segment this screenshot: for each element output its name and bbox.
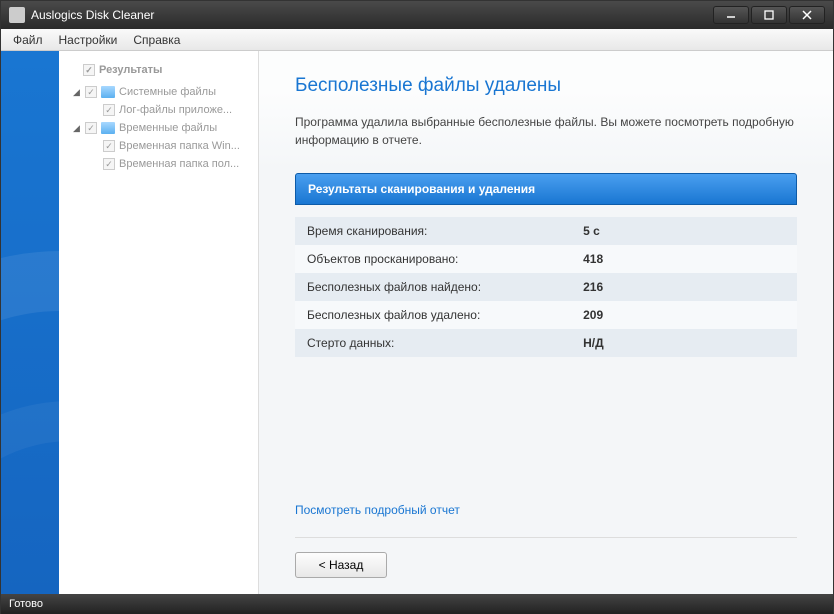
close-button[interactable]	[789, 6, 825, 24]
tree-log-files[interactable]: ✓ Лог-файлы приложе...	[63, 101, 254, 119]
table-row: Объектов просканировано: 418	[295, 245, 797, 273]
result-label: Время сканирования:	[295, 217, 571, 245]
tree-panel: ✓ Результаты ◢ ✓ Системные файлы ✓ Лог-ф…	[59, 51, 259, 594]
page-heading: Бесполезные файлы удалены	[295, 75, 797, 97]
results-table: Время сканирования: 5 с Объектов проскан…	[295, 217, 797, 357]
detailed-report-link[interactable]: Посмотреть подробный отчет	[295, 503, 797, 517]
result-value: 209	[571, 301, 797, 329]
app-icon	[9, 7, 25, 23]
checkbox-icon[interactable]: ✓	[103, 104, 115, 116]
titlebar[interactable]: Auslogics Disk Cleaner	[1, 1, 833, 29]
tree-temp-user[interactable]: ✓ Временная папка пол...	[63, 155, 254, 173]
results-header: Результаты сканирования и удаления	[295, 173, 797, 205]
table-row: Бесполезных файлов найдено: 216	[295, 273, 797, 301]
result-label: Объектов просканировано:	[295, 245, 571, 273]
tree-label: Временная папка Win...	[119, 140, 240, 152]
result-value: 418	[571, 245, 797, 273]
main-area: ✓ Результаты ◢ ✓ Системные файлы ✓ Лог-ф…	[1, 51, 833, 594]
menu-file[interactable]: Файл	[5, 31, 51, 49]
status-text: Готово	[9, 598, 43, 610]
folder-icon	[101, 122, 115, 134]
menu-help[interactable]: Справка	[125, 31, 188, 49]
tree-label: Системные файлы	[119, 86, 216, 98]
result-label: Бесполезных файлов найдено:	[295, 273, 571, 301]
table-row: Время сканирования: 5 с	[295, 217, 797, 245]
checkbox-icon[interactable]: ✓	[103, 140, 115, 152]
statusbar: Готово	[1, 594, 833, 614]
table-row: Стерто данных: Н/Д	[295, 329, 797, 357]
checkbox-icon[interactable]: ✓	[85, 122, 97, 134]
checkbox-icon[interactable]: ✓	[85, 86, 97, 98]
checkbox-icon[interactable]: ✓	[103, 158, 115, 170]
tree-temp-win[interactable]: ✓ Временная папка Win...	[63, 137, 254, 155]
result-label: Бесполезных файлов удалено:	[295, 301, 571, 329]
result-value: Н/Д	[571, 329, 797, 357]
back-button[interactable]: < Назад	[295, 552, 387, 578]
button-bar: < Назад	[295, 537, 797, 578]
content-panel: Бесполезные файлы удалены Программа удал…	[259, 51, 833, 594]
tree-label: Результаты	[99, 64, 162, 76]
result-value: 5 с	[571, 217, 797, 245]
result-value: 216	[571, 273, 797, 301]
table-row: Бесполезных файлов удалено: 209	[295, 301, 797, 329]
tree-temp-files[interactable]: ◢ ✓ Временные файлы	[63, 119, 254, 137]
tree-system-files[interactable]: ◢ ✓ Системные файлы	[63, 83, 254, 101]
tree-label: Лог-файлы приложе...	[119, 104, 232, 116]
folder-icon	[101, 86, 115, 98]
tree-results[interactable]: ✓ Результаты	[63, 61, 254, 79]
page-description: Программа удалила выбранные бесполезные …	[295, 113, 797, 149]
menu-settings[interactable]: Настройки	[51, 31, 126, 49]
expand-icon[interactable]: ◢	[73, 87, 83, 98]
checkbox-icon[interactable]: ✓	[83, 64, 95, 76]
expand-icon[interactable]: ◢	[73, 123, 83, 134]
result-label: Стерто данных:	[295, 329, 571, 357]
window-title: Auslogics Disk Cleaner	[31, 8, 713, 22]
app-window: Auslogics Disk Cleaner Файл Настройки Сп…	[0, 0, 834, 614]
tree-label: Временная папка пол...	[119, 158, 239, 170]
tree-label: Временные файлы	[119, 122, 217, 134]
menubar: Файл Настройки Справка	[1, 29, 833, 51]
sidebar-decoration	[1, 51, 59, 594]
minimize-button[interactable]	[713, 6, 749, 24]
maximize-button[interactable]	[751, 6, 787, 24]
window-controls	[713, 6, 825, 24]
